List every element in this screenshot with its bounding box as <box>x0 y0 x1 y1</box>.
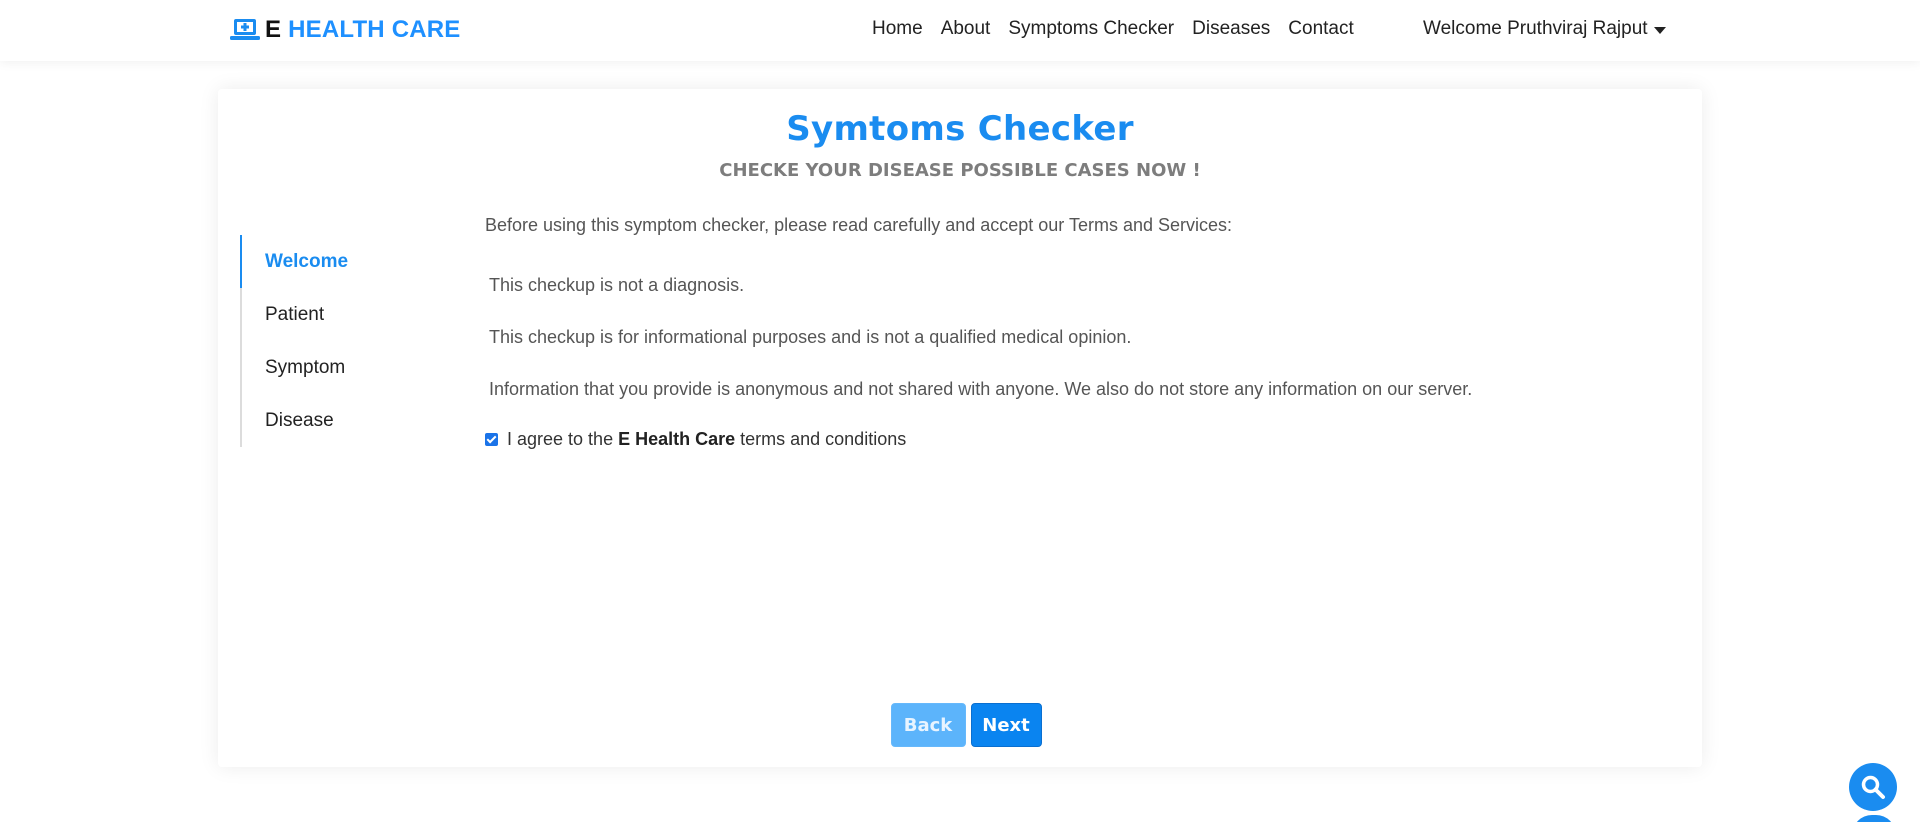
wizard-buttons: Back Next <box>218 703 1702 747</box>
brand-name-rest: HEALTH CARE <box>288 16 461 43</box>
welcome-content: Before using this symptom checker, pleas… <box>485 215 1635 450</box>
steps-nav: Welcome Patient Symptom Disease <box>240 235 442 447</box>
term-item: Information that you provide is anonymou… <box>489 379 1473 399</box>
nav-link-about[interactable]: About <box>941 18 991 40</box>
back-button[interactable]: Back <box>890 703 966 747</box>
user-menu-label: Welcome Pruthviraj Rajput <box>1423 18 1648 39</box>
navbar: E HEALTH CARE Home About Symptoms Checke… <box>0 0 1920 61</box>
agree-checkbox[interactable] <box>485 433 498 446</box>
agree-row: I agree to the E Health Care terms and c… <box>485 429 1635 450</box>
nav-link-home[interactable]: Home <box>872 18 923 40</box>
search-icon <box>1861 775 1885 799</box>
page: E HEALTH CARE Home About Symptoms Checke… <box>0 0 1920 822</box>
step-disease[interactable]: Disease <box>242 394 442 447</box>
nav-link-diseases[interactable]: Diseases <box>1192 18 1270 40</box>
step-symptom[interactable]: Symptom <box>242 341 442 394</box>
user-menu-dropdown[interactable]: Welcome Pruthviraj Rajput <box>1423 18 1666 40</box>
symptom-checker-card: Symtoms Checker CHECKE YOUR DISEASE POSS… <box>218 89 1702 767</box>
agree-prefix: I agree to the <box>507 429 614 449</box>
next-button[interactable]: Next <box>970 703 1042 747</box>
intro-text: Before using this symptom checker, pleas… <box>485 215 1233 235</box>
term-item: This checkup is for informational purpos… <box>489 327 1132 347</box>
step-welcome[interactable]: Welcome <box>240 235 442 288</box>
terms-list: This checkup is not a diagnosis. This ch… <box>485 275 1635 405</box>
brand-name-e: E <box>265 16 282 43</box>
step-patient[interactable]: Patient <box>242 288 442 341</box>
brand-name: E HEALTH CARE <box>265 16 461 44</box>
agree-suffix: terms and conditions <box>740 429 907 449</box>
page-subtitle: CHECKE YOUR DISEASE POSSIBLE CASES NOW ! <box>719 160 1201 181</box>
caret-down-icon <box>1653 26 1666 34</box>
floating-search-button[interactable] <box>1849 763 1897 811</box>
floating-secondary-button[interactable] <box>1852 815 1896 822</box>
nav-links: Home About Symptoms Checker Diseases Con… <box>872 18 1372 40</box>
term-item: This checkup is not a diagnosis. <box>489 275 745 295</box>
laptop-medical-icon <box>230 19 260 40</box>
agree-brand: E Health Care <box>618 429 736 449</box>
brand-logo[interactable]: E HEALTH CARE <box>230 16 461 44</box>
nav-link-symptoms-checker[interactable]: Symptoms Checker <box>1008 18 1174 40</box>
page-title: Symtoms Checker <box>786 109 1134 149</box>
nav-link-contact[interactable]: Contact <box>1288 18 1353 40</box>
